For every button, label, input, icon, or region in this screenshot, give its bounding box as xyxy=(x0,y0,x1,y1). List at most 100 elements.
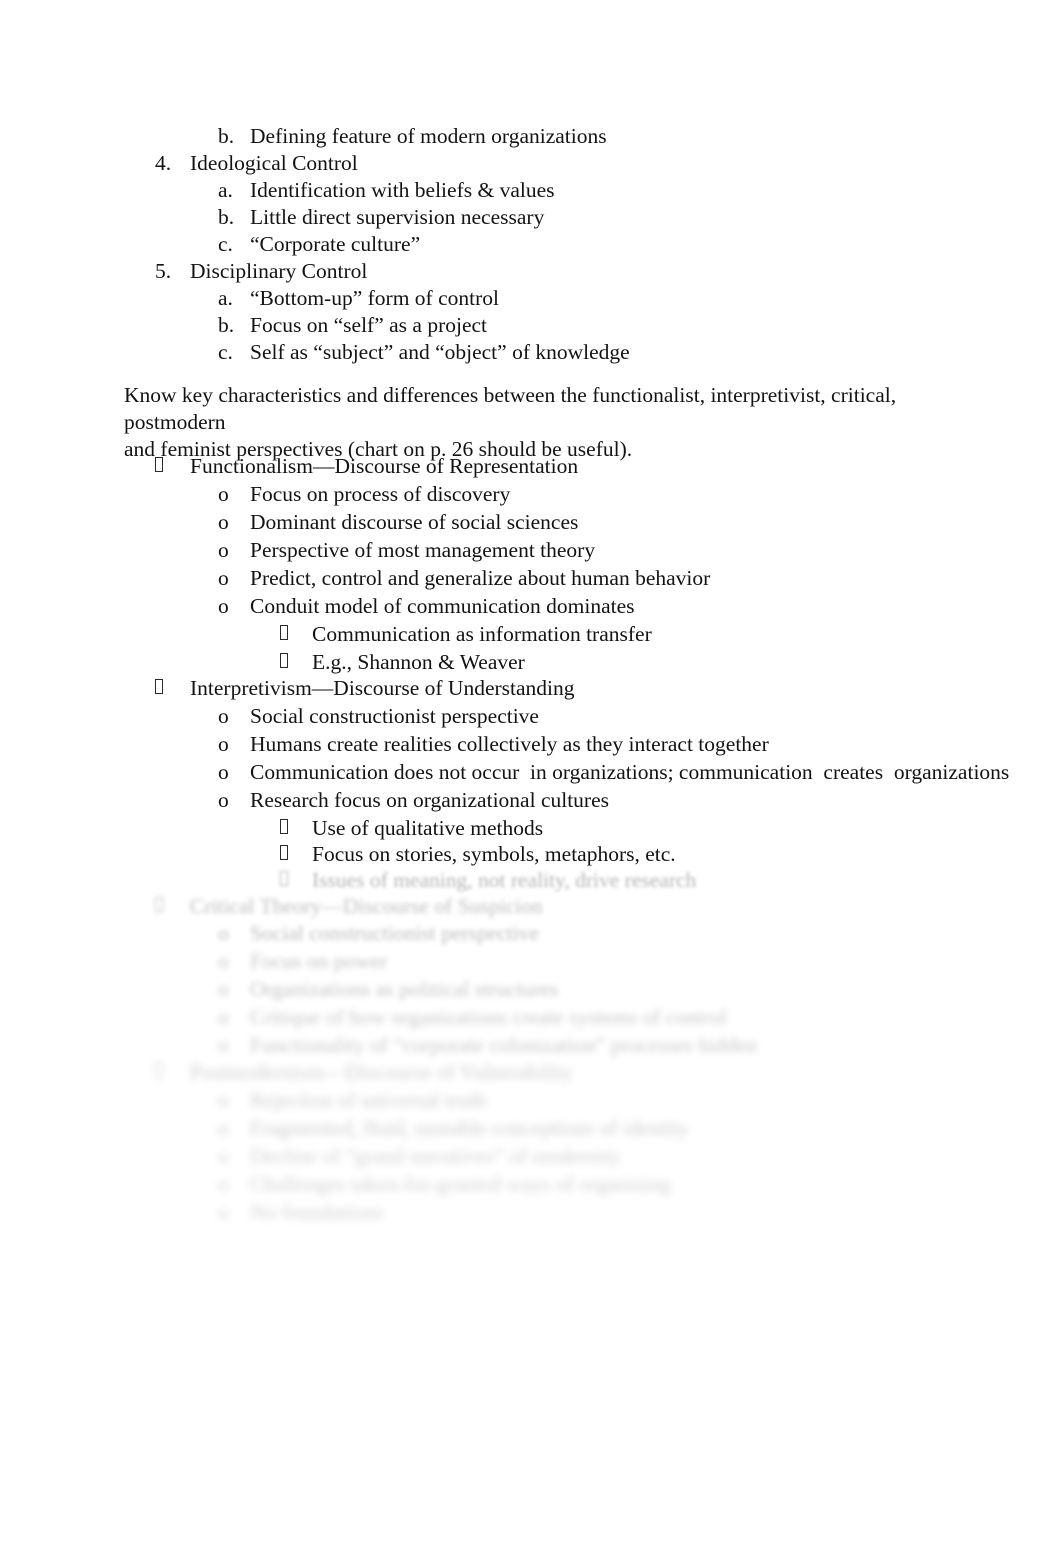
outline-item-interpretivism: Interpretivism—Discourse of Understandin… xyxy=(0,675,1062,702)
outline-item-faded: o Social constructionist perspective xyxy=(0,920,1062,947)
list-marker: 5. xyxy=(155,259,172,283)
list-text: Research focus on organizational culture… xyxy=(250,788,610,812)
list-text: Decline of “grand narratives” of moderni… xyxy=(250,1144,621,1168)
list-text: Ideological Control xyxy=(190,151,358,175)
list-text: “Corporate culture” xyxy=(250,232,421,256)
list-text: Issues of meaning, not reality, drive re… xyxy=(312,868,697,892)
outline-item-critical-theory: Critical Theory—Discourse of Suspicion xyxy=(0,893,1062,920)
list-text: Focus on “self” as a project xyxy=(250,313,488,337)
list-marker: b. xyxy=(218,205,235,229)
outline-item: Use of qualitative methods xyxy=(0,815,1062,842)
list-marker: o xyxy=(218,538,229,562)
list-text: Functionalism—Discourse of Representatio… xyxy=(190,454,579,478)
list-text: Dominant discourse of social sciences xyxy=(250,510,579,534)
outline-item-postmodernism: Postmodernism—Discourse of Vulnerability xyxy=(0,1059,1062,1086)
list-text: No foundations xyxy=(250,1200,384,1224)
outline-item: o Humans create realities collectively as… xyxy=(0,731,1062,758)
list-marker: o xyxy=(218,1033,229,1057)
list-marker: c. xyxy=(218,232,233,256)
outline-item: o Conduit model of communication dominate… xyxy=(0,593,1062,620)
list-text: Critique of how organizations create sys… xyxy=(250,1005,727,1029)
outline-item: o Focus on process of discovery xyxy=(0,481,1062,508)
list-marker: o xyxy=(218,704,229,728)
list-text: Humans create realities collectively as … xyxy=(250,732,769,756)
list-text: Organizations as political structures xyxy=(250,977,559,1001)
outline-item-functionalism: Functionalism—Discourse of Representatio… xyxy=(0,453,1062,480)
list-marker: b. xyxy=(218,124,235,148)
outline-item: o Dominant discourse of social sciences xyxy=(0,509,1062,536)
list-marker: a. xyxy=(218,178,233,202)
list-marker: o xyxy=(218,788,229,812)
outline-item: a. Identification with beliefs & values xyxy=(0,177,1062,204)
paragraph-line: Know key characteristics and differences… xyxy=(124,383,897,435)
outline-item: o Predict, control and generalize about h… xyxy=(0,565,1062,592)
outline-item: Communication as information transfer xyxy=(0,621,1062,648)
list-marker: o xyxy=(218,1200,229,1224)
outline-item: b. Little direct supervision necessary xyxy=(0,204,1062,231)
list-marker: o xyxy=(218,949,229,973)
bullet-tofu-icon xyxy=(155,453,190,480)
list-marker: o xyxy=(218,482,229,506)
list-text: Little direct supervision necessary xyxy=(250,205,545,229)
list-marker: o xyxy=(218,594,229,618)
outline-item-faded: o Fragmented, fluid, unstable conceptions… xyxy=(0,1115,1062,1142)
list-marker: o xyxy=(218,1144,229,1168)
list-text: Functionality of “corporate colonization… xyxy=(250,1033,757,1057)
list-text: Identification with beliefs & values xyxy=(250,178,555,202)
outline-item: o Research focus on organizational cultur… xyxy=(0,787,1062,814)
outline-item-faded: o Focus on power xyxy=(0,948,1062,975)
bullet-tofu-icon xyxy=(280,621,312,648)
list-text: Interpretivism—Discourse of Understandin… xyxy=(190,676,575,700)
list-marker: o xyxy=(218,1088,229,1112)
list-text: Challenges taken-for-granted ways of org… xyxy=(250,1172,671,1196)
list-text: Focus on power xyxy=(250,949,388,973)
outline-item-faded: o Rejection of universal truth xyxy=(0,1087,1062,1114)
list-marker: o xyxy=(218,1005,229,1029)
bullet-tofu-icon xyxy=(280,841,312,868)
outline-item: 5. Disciplinary Control xyxy=(0,258,1062,285)
list-marker: o xyxy=(218,1116,229,1140)
list-marker: o xyxy=(218,732,229,756)
outline-item: 4. Ideological Control xyxy=(0,150,1062,177)
list-text: Critical Theory—Discourse of Suspicion xyxy=(190,894,543,918)
list-marker: o xyxy=(218,1172,229,1196)
outline-item: b. Defining feature of modern organizatio… xyxy=(0,123,1062,150)
bullet-tofu-icon xyxy=(280,867,312,894)
list-text: Use of qualitative methods xyxy=(312,816,544,840)
outline-item-faded: Issues of meaning, not reality, drive re… xyxy=(0,867,1062,894)
outline-item-faded: o No foundations xyxy=(0,1199,1062,1226)
outline-item: o Communication does not occur in organiz… xyxy=(0,759,1062,786)
document-page: b. Defining feature of modern organizatio… xyxy=(0,0,1062,1561)
list-text: Social constructionist perspective xyxy=(250,704,539,728)
list-marker: o xyxy=(218,510,229,534)
outline-item: c. “Corporate culture” xyxy=(0,231,1062,258)
bullet-tofu-icon xyxy=(280,815,312,842)
outline-item: o Social constructionist perspective xyxy=(0,703,1062,730)
bullet-tofu-icon xyxy=(155,675,190,702)
list-marker: o xyxy=(218,977,229,1001)
list-text: E.g., Shannon & Weaver xyxy=(312,650,525,674)
outline-item-faded: o Organizations as political structures xyxy=(0,976,1062,1003)
list-text: Rejection of universal truth xyxy=(250,1088,486,1112)
list-text: Communication does not occur in organiza… xyxy=(250,760,1010,784)
outline-item-faded: o Functionality of “corporate colonizatio… xyxy=(0,1032,1062,1059)
list-text: Perspective of most management theory xyxy=(250,538,596,562)
list-text: Focus on process of discovery xyxy=(250,482,511,506)
list-text: Postmodernism—Discourse of Vulnerability xyxy=(190,1060,573,1084)
outline-item: o Perspective of most management theory xyxy=(0,537,1062,564)
bullet-tofu-icon xyxy=(155,893,190,920)
instruction-paragraph: Know key characteristics and differences… xyxy=(124,382,914,464)
bullet-tofu-icon xyxy=(280,649,312,676)
list-text: Social constructionist perspective xyxy=(250,921,539,945)
list-marker: o xyxy=(218,566,229,590)
outline-item-faded: o Challenges taken-for-granted ways of or… xyxy=(0,1171,1062,1198)
list-marker: 4. xyxy=(155,151,172,175)
outline-item: Focus on stories, symbols, metaphors, et… xyxy=(0,841,1062,868)
list-text: Self as “subject” and “object” of knowle… xyxy=(250,340,630,364)
list-text: Fragmented, fluid, unstable conceptions … xyxy=(250,1116,689,1140)
outline-item: E.g., Shannon & Weaver xyxy=(0,649,1062,676)
outline-item-faded: o Decline of “grand narratives” of modern… xyxy=(0,1143,1062,1170)
outline-item: b. Focus on “self” as a project xyxy=(0,312,1062,339)
bullet-tofu-icon xyxy=(155,1059,190,1086)
outline-item-faded: o Critique of how organizations create sy… xyxy=(0,1004,1062,1031)
